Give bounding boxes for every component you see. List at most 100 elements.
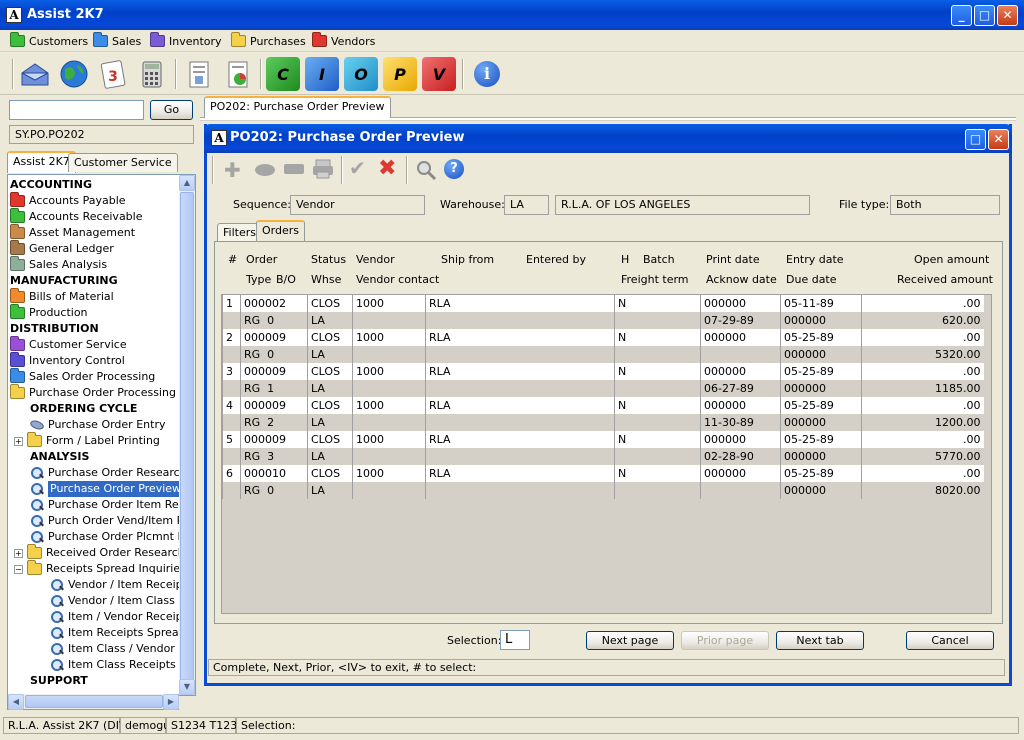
tree-folder[interactable]: + Form / Label Printing (14, 432, 160, 449)
table-cell: 6 (222, 465, 241, 482)
info-icon[interactable]: i (470, 57, 504, 91)
tree-folder[interactable]: + Received Order Researche (14, 544, 192, 561)
table-row[interactable]: 4 000009 CLOS 1000 RLA N 000000 05-25-89.00 (222, 397, 984, 414)
menu-sales[interactable]: Sales (93, 32, 141, 49)
cancel-x-icon[interactable]: ✖ (378, 156, 396, 181)
table-row[interactable]: RG 1 LA 06-27-89 000000 1185.00 (222, 380, 984, 397)
table-row[interactable]: RG 3 LA 02-28-90 000000 5770.00 (222, 448, 984, 465)
tree-item[interactable]: Sales Order Processing (10, 368, 155, 385)
tree-item[interactable]: Asset Management (10, 224, 136, 241)
tree-item[interactable]: Purchase Order Item Rese (30, 497, 191, 513)
tab-po202[interactable]: PO202: Purchase Order Preview (204, 96, 391, 118)
table-cell: 07-29-89 (700, 312, 781, 329)
table-cell: 000000 (780, 312, 862, 329)
tree-item[interactable]: Purchase Order Processing (10, 384, 176, 401)
tree-item[interactable]: Accounts Receivable (10, 208, 143, 225)
go-button[interactable]: Go (150, 100, 193, 120)
table-row[interactable]: 3 000009 CLOS 1000 RLA N 000000 05-25-89.00 (222, 363, 984, 380)
prior-page-button[interactable]: Prior page (681, 631, 769, 650)
vendors-v-icon[interactable]: V (422, 57, 456, 91)
scroll-right-icon[interactable]: ▶ (163, 694, 179, 710)
globe-icon[interactable] (57, 57, 91, 91)
table-row[interactable]: RG 2 LA 11-30-89 000000 1200.00 (222, 414, 984, 431)
search-input[interactable] (9, 100, 144, 120)
scroll-down-icon[interactable]: ▼ (179, 679, 195, 695)
calendar-icon[interactable]: 3 (96, 57, 130, 91)
tab-customer-service[interactable]: Customer Service (68, 153, 178, 172)
purchases-p-icon[interactable]: P (383, 57, 417, 91)
tree-item[interactable]: Purchase Order Research (30, 465, 187, 481)
tree-item[interactable]: Purch Order Vend/Item Re: (30, 513, 194, 529)
col-header-ship-from: Ship from (441, 253, 495, 266)
tree-item[interactable]: Sales Analysis (10, 256, 107, 273)
check-icon[interactable]: ✔ (349, 156, 366, 180)
scroll-up-icon[interactable]: ▲ (179, 175, 195, 191)
tree-item[interactable]: Bills of Material (10, 288, 114, 305)
minus-icon[interactable] (284, 164, 304, 174)
hscroll-thumb[interactable] (25, 695, 163, 708)
add-icon[interactable]: ✚ (224, 158, 241, 182)
tree-item-selected[interactable]: Purchase Order Preview (30, 481, 184, 497)
close-button[interactable]: ✕ (997, 5, 1018, 26)
expand-icon[interactable]: + (14, 436, 23, 446)
cancel-button[interactable]: Cancel (906, 631, 994, 650)
collapse-icon[interactable]: − (14, 564, 23, 574)
tree-item[interactable]: Inventory Control (10, 352, 125, 369)
tree-item[interactable]: Purchase Order Plcmnt Inq (30, 529, 195, 545)
print-icon[interactable] (312, 159, 334, 179)
selection-input[interactable]: L (500, 630, 530, 650)
order-type: RG (244, 314, 261, 327)
menu-vendors[interactable]: Vendors (312, 32, 375, 49)
table-row[interactable]: RG 0 LA 000000 5320.00 (222, 346, 984, 363)
table-row[interactable]: 1 000002 CLOS 1000 RLA N 000000 05-11-89.00 (222, 295, 984, 312)
tree-item[interactable]: Customer Service (10, 336, 127, 353)
table-row[interactable]: 6 000010 CLOS 1000 RLA N 000000 05-25-89.00 (222, 465, 984, 482)
inventory-i-icon[interactable]: I (305, 57, 339, 91)
tab-assist-2k7[interactable]: Assist 2K7 (7, 151, 76, 173)
table-cell (614, 448, 701, 465)
expand-icon[interactable]: + (14, 548, 23, 558)
inner-close-button[interactable]: ✕ (988, 129, 1009, 150)
scroll-left-icon[interactable]: ◀ (8, 694, 24, 710)
menu-inventory[interactable]: Inventory (150, 32, 222, 49)
tree-item[interactable]: Production (10, 304, 88, 321)
tree-item-label: Vendor / Item Class Sp (68, 594, 193, 607)
tree-item[interactable]: Item Class / Vendor Sp (50, 641, 192, 657)
help-icon[interactable]: ? (444, 159, 464, 179)
tree-item[interactable]: General Ledger (10, 240, 114, 257)
table-row[interactable]: RG 0 LA 07-29-89 000000 620.00 (222, 312, 984, 329)
menu-purchases[interactable]: Purchases (231, 32, 306, 49)
tree-folder[interactable]: − Receipts Spread Inquiries (14, 560, 186, 577)
next-tab-button[interactable]: Next tab (776, 631, 864, 650)
chart-report-icon[interactable] (221, 57, 255, 91)
tree-item[interactable]: Purchase Order Entry (29, 417, 165, 433)
tab-orders[interactable]: Orders (256, 220, 305, 242)
minimize-button[interactable]: _ (951, 5, 972, 26)
tree-item-label: Asset Management (29, 226, 136, 239)
next-page-button[interactable]: Next page (586, 631, 674, 650)
inner-maximize-button[interactable]: □ (965, 129, 986, 150)
table-row[interactable]: 2 000009 CLOS 1000 RLA N 000000 05-25-89.00 (222, 329, 984, 346)
table-row[interactable]: RG 0 LA 000000 8020.00 (222, 482, 984, 499)
tree-horizontal-scrollbar[interactable]: ◀ ▶ (7, 694, 179, 710)
table-cell (222, 482, 241, 499)
tree-vertical-scrollbar[interactable]: ▲ ▼ (179, 175, 195, 695)
table-row[interactable]: 5 000009 CLOS 1000 RLA N 000000 05-25-89.00 (222, 431, 984, 448)
tree-item[interactable]: Item Receipts Spread (50, 625, 186, 641)
orders-o-icon[interactable]: O (344, 57, 378, 91)
tree-item[interactable]: Vendor / Item Receipts (50, 577, 193, 593)
scroll-thumb[interactable] (180, 192, 194, 682)
tree-item[interactable]: Accounts Payable (10, 192, 126, 209)
tree-item[interactable]: Vendor / Item Class Sp (50, 593, 192, 609)
mail-icon[interactable] (18, 57, 52, 91)
folder-icon (10, 240, 25, 255)
calculator-icon[interactable] (135, 57, 169, 91)
maximize-button[interactable]: □ (974, 5, 995, 26)
tree-item[interactable]: Item / Vendor Receipts (50, 609, 193, 625)
tree-item[interactable]: Item Class Receipts Sp (50, 657, 193, 673)
menu-customers[interactable]: Customers (10, 32, 88, 49)
search-icon[interactable] (415, 159, 437, 181)
report-icon[interactable] (182, 57, 216, 91)
customers-c-icon[interactable]: C (266, 57, 300, 91)
ellipse-icon[interactable] (255, 164, 275, 176)
